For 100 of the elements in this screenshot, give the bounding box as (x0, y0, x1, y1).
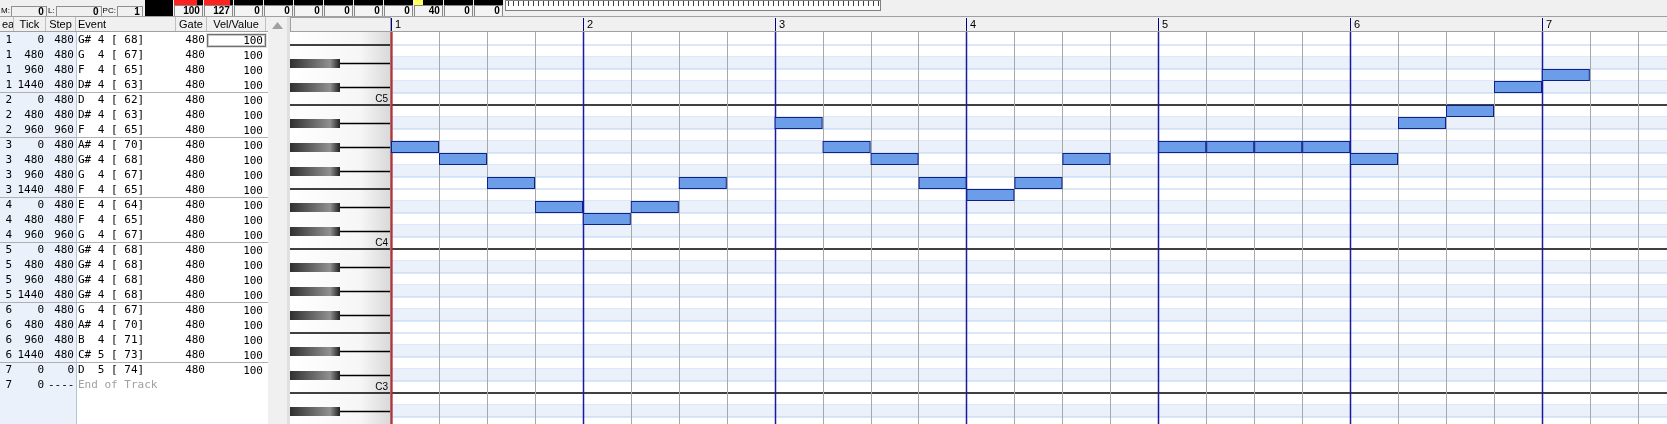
column-header[interactable]: Event (76, 17, 176, 31)
table-cell-text: 480 (53, 198, 75, 212)
column-header[interactable]: Vel/Value (207, 17, 266, 31)
table-cell-text: 480 (53, 168, 75, 182)
table-cell-text: C# 5 [ 73] (77, 348, 146, 362)
meter-value: 0 (383, 5, 413, 16)
meter-value: 127 (203, 5, 233, 16)
table-cell-text: 0 (36, 93, 45, 107)
table-cell-text: 480 (184, 108, 206, 122)
table-cell-text: 6 (4, 318, 13, 332)
table-cell-text: 0 (36, 378, 45, 392)
table-cell-text: 480 (184, 348, 206, 362)
table-cell-text: 100 (242, 334, 264, 347)
measure-number: 7 (1542, 18, 1553, 31)
note-block[interactable] (1398, 117, 1446, 129)
table-cell-text: 480 (53, 153, 75, 167)
table-cell-text: 1440 (16, 183, 45, 197)
table-cell-text: F 4 [ 65] (77, 63, 146, 77)
table-cell-text: 480 (23, 108, 45, 122)
table-cell-text: 480 (23, 48, 45, 62)
column-header[interactable]: Gate (176, 17, 207, 31)
note-block[interactable] (918, 177, 967, 189)
table-cell-text: F 4 [ 65] (77, 213, 146, 227)
table-cell-text: 7 (4, 363, 13, 377)
column-header[interactable]: Tick (14, 17, 46, 31)
table-cell-text: 480 (184, 243, 206, 257)
note-block[interactable] (439, 153, 487, 165)
table-cell-text: 480 (53, 348, 75, 362)
table-cell-text: 480 (53, 258, 75, 272)
note-block[interactable] (822, 141, 871, 153)
table-cell-text: 480 (53, 333, 75, 347)
table-cell-text: 480 (184, 363, 206, 377)
note-block[interactable] (535, 201, 583, 213)
note-block[interactable] (1446, 105, 1494, 117)
meter-value: 40 (413, 5, 443, 16)
column-header[interactable]: Step (46, 17, 76, 31)
table-cell-text: 960 (23, 228, 45, 242)
note-block[interactable] (966, 189, 1015, 201)
value-field[interactable]: 1 (116, 6, 143, 16)
note-block[interactable] (678, 177, 727, 189)
note-block[interactable] (1302, 141, 1351, 153)
table-cell-text: 100 (242, 214, 264, 227)
table-cell-text: 1 (4, 33, 13, 47)
note-block[interactable] (1158, 141, 1207, 153)
note-block[interactable] (1062, 153, 1111, 165)
note-block[interactable] (774, 117, 823, 129)
table-cell-text: 6 (4, 348, 13, 362)
table-cell-text: End of Track (77, 378, 159, 392)
table-cell-text: 3 (4, 168, 13, 182)
table-cell-text: 480 (53, 63, 75, 77)
note-block[interactable] (1014, 177, 1063, 189)
note-block[interactable] (1350, 153, 1398, 165)
table-cell-text: D 4 [ 62] (77, 93, 146, 107)
table-cell-text: 480 (184, 123, 206, 137)
octave-label: C4 (375, 238, 388, 248)
table-cell-text: 5 (4, 258, 13, 272)
table-cell-text: E 4 [ 64] (77, 198, 146, 212)
table-cell-text: F 4 [ 65] (77, 123, 146, 137)
table-cell-text: 480 (53, 138, 75, 152)
table-cell-text: 100 (242, 364, 264, 377)
note-block[interactable] (1541, 69, 1590, 81)
table-cell-text: 100 (242, 64, 264, 77)
note-block[interactable] (1254, 141, 1303, 153)
table-cell-text: 480 (53, 243, 75, 257)
table-cell-text: 480 (184, 198, 206, 212)
table-cell-text: 100 (242, 289, 264, 302)
table-cell-text: 100 (242, 154, 264, 167)
note-block[interactable] (870, 153, 919, 165)
table-cell-text: 480 (53, 108, 75, 122)
table-cell-text: 480 (184, 33, 206, 47)
table-cell-text: 480 (53, 78, 75, 92)
note-block[interactable] (630, 201, 679, 213)
table-cell-text: G 4 [ 67] (77, 168, 146, 182)
note-block[interactable] (487, 177, 535, 189)
field-label: L: (47, 6, 55, 15)
table-cell-text: 480 (53, 213, 75, 227)
value-field[interactable]: 0 (55, 6, 102, 16)
table-cell-text: 960 (23, 123, 45, 137)
note-block[interactable] (1206, 141, 1255, 153)
note-block[interactable] (1494, 81, 1542, 93)
table-cell-text: 100 (242, 199, 264, 212)
note-block[interactable] (582, 213, 631, 225)
table-cell-text: D# 4 [ 63] (77, 108, 146, 122)
meter-value: 100 (173, 5, 203, 16)
table-cell-text: 480 (184, 93, 206, 107)
table-cell-text: 480 (53, 273, 75, 287)
table-cell-text: 0 (36, 138, 45, 152)
table-cell-text: G# 4 [ 68] (77, 33, 146, 47)
table-cell-text: 480 (23, 318, 45, 332)
table-cell-text: A# 4 [ 70] (77, 318, 146, 332)
table-cell-text: ---- (47, 378, 76, 392)
table-cell-text: 3 (4, 153, 13, 167)
table-cell-text: 480 (184, 273, 206, 287)
meter-value: 0 (263, 5, 293, 16)
value-field[interactable]: 0 (10, 6, 47, 16)
table-cell-text: 2 (4, 108, 13, 122)
table-cell-text: F 4 [ 65] (77, 183, 146, 197)
table-cell-text: 100 (242, 139, 264, 152)
table-cell-text: 5 (4, 288, 13, 302)
note-block[interactable] (391, 141, 439, 153)
